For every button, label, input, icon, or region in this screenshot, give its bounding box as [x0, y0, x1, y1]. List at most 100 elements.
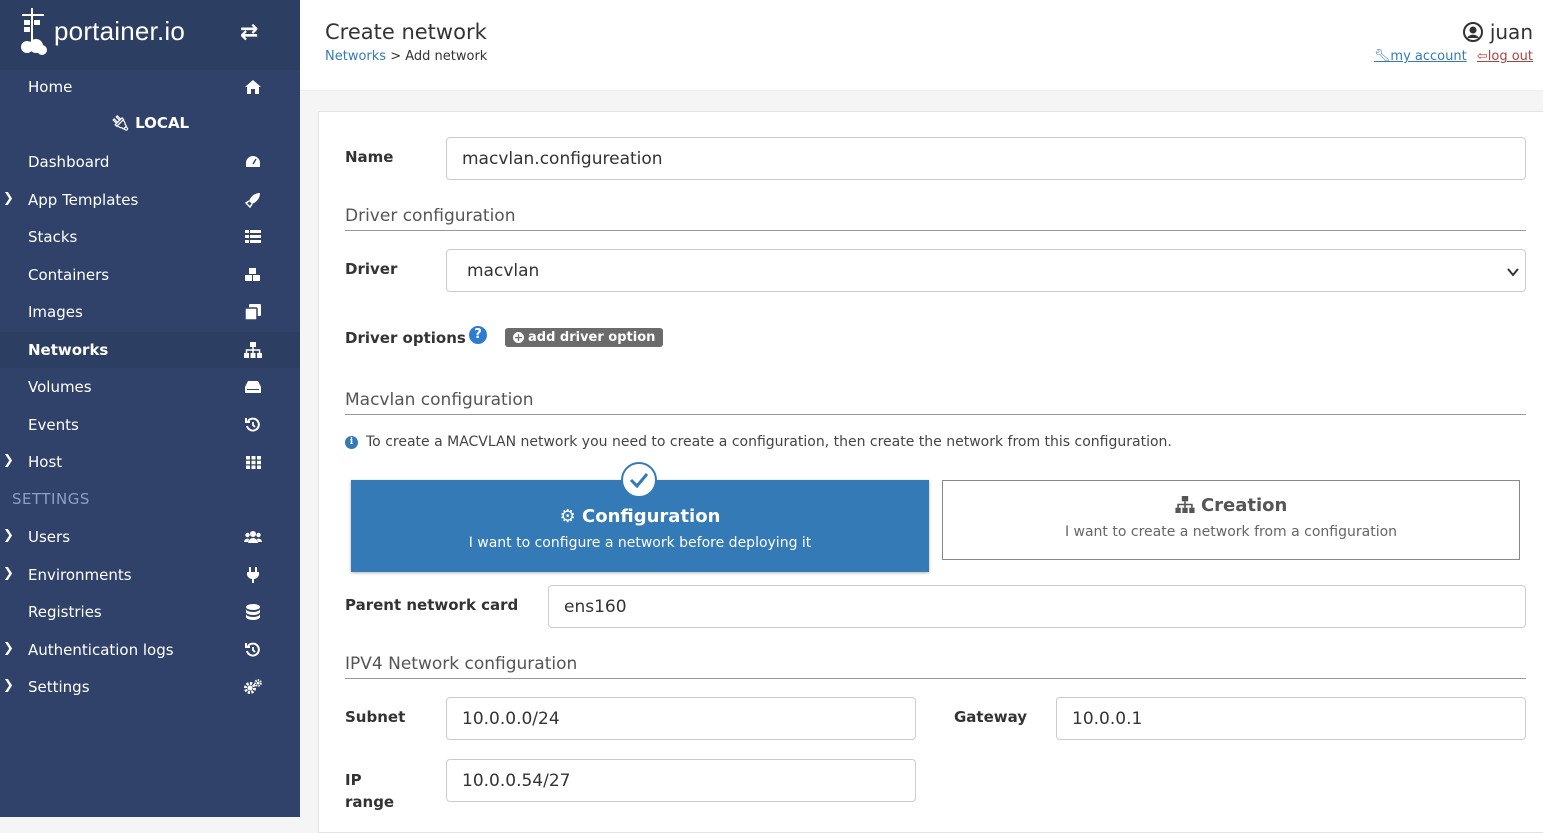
sidebar: portainer.io ⇄ Home 🔌︎ LOCAL Dashboard ❯…: [0, 0, 300, 817]
sidebar-item-stacks[interactable]: Stacks: [0, 219, 300, 255]
subnet-input[interactable]: 10.0.0.0/24: [446, 697, 916, 740]
sidebar-item-home[interactable]: Home: [0, 69, 300, 105]
ipv4-configuration-heading: IPV4 Network configuration: [345, 654, 578, 674]
sidebar-item-label: Environments: [28, 566, 132, 584]
breadcrumb-current: > Add network: [390, 49, 488, 64]
rocket-icon: [244, 191, 262, 209]
sidebar-item-label: Containers: [28, 266, 110, 284]
gateway-input[interactable]: 10.0.0.1: [1056, 697, 1526, 740]
chevron-right-icon: ❯: [3, 191, 14, 206]
configuration-title-text: Configuration: [582, 506, 721, 527]
question-circle-icon[interactable]: ?: [469, 326, 487, 344]
sidebar-item-label: Stacks: [28, 228, 78, 246]
sidebar-item-label: Home: [28, 78, 73, 96]
sidebar-item-authentication-logs[interactable]: ❯ Authentication logs: [0, 632, 300, 668]
cubes-icon: [244, 266, 262, 284]
chevron-right-icon: ❯: [3, 641, 14, 656]
sidebar-item-settings[interactable]: ❯ Settings: [0, 669, 300, 705]
parent-network-card-input[interactable]: ens160: [548, 585, 1526, 628]
username: juan: [1489, 20, 1533, 44]
stacks-icon: [244, 228, 262, 246]
sidebar-item-events[interactable]: Events: [0, 407, 300, 443]
home-icon: [244, 78, 262, 96]
subnet-label: Subnet: [345, 708, 406, 726]
sidebar-item-volumes[interactable]: Volumes: [0, 369, 300, 405]
grid-icon: [244, 453, 262, 471]
sidebar-item-label: Registries: [28, 603, 102, 621]
chevron-right-icon: ❯: [3, 678, 14, 693]
breadcrumb: Networks > Add network: [325, 49, 487, 64]
sidebar-toggle-icon[interactable]: ⇄: [240, 20, 258, 45]
section-divider: [345, 414, 1526, 415]
brand-text: portainer.io: [54, 15, 186, 46]
creation-title: Creation: [943, 495, 1519, 516]
sidebar-item-dashboard[interactable]: Dashboard: [0, 144, 300, 180]
sidebar-item-networks[interactable]: Networks: [0, 332, 300, 368]
portainer-crane-icon: [21, 8, 47, 55]
settings-section-header: SETTINGS: [12, 490, 90, 508]
sidebar-item-containers[interactable]: Containers: [0, 257, 300, 293]
user-circle-icon: [1463, 22, 1484, 42]
images-icon: [244, 303, 262, 321]
creation-title-text: Creation: [1200, 495, 1288, 516]
section-divider: [345, 230, 1526, 231]
plug-icon: 🔌︎: [110, 114, 130, 132]
wrench-icon: 🔧︎: [1373, 49, 1391, 64]
environment-name: LOCAL: [135, 114, 190, 132]
parent-network-card-label: Parent network card: [345, 596, 519, 614]
cogs-icon: [244, 678, 262, 696]
info-circle-icon: i: [345, 435, 358, 449]
cog-icon: ⚙: [559, 506, 576, 527]
configuration-description: I want to configure a network before dep…: [468, 535, 812, 551]
sidebar-item-registries[interactable]: Registries: [0, 594, 300, 630]
sidebar-item-users[interactable]: ❯ Users: [0, 519, 300, 555]
check-icon: [621, 462, 657, 498]
breadcrumb-networks-link[interactable]: Networks: [325, 49, 386, 64]
sidebar-item-label: Settings: [28, 678, 90, 696]
sitemap-icon: [244, 341, 262, 359]
environment-label: 🔌︎ LOCAL: [0, 114, 300, 132]
add-driver-option-label: add driver option: [528, 330, 656, 345]
sidebar-item-label: Dashboard: [28, 153, 110, 171]
page-title: Create network: [325, 20, 487, 44]
ip-range-label: IP range: [345, 771, 395, 811]
configuration-title: ⚙ Configuration: [351, 506, 929, 527]
creation-description: I want to create a network from a config…: [1064, 524, 1398, 540]
sidebar-item-images[interactable]: Images: [0, 294, 300, 330]
driver-label: Driver: [345, 260, 398, 278]
chevron-right-icon: ❯: [3, 528, 14, 543]
chevron-right-icon: ❯: [3, 566, 14, 581]
plug-icon: [244, 566, 262, 584]
my-account-label: my account: [1390, 49, 1467, 64]
create-network-form: Name macvlan.configureation Driver confi…: [318, 111, 1543, 833]
user-links: 🔧︎my account ⇦log out: [1374, 49, 1533, 64]
macvlan-info: i To create a MACVLAN network you need t…: [345, 434, 1172, 450]
sidebar-item-label: Volumes: [28, 378, 92, 396]
sidebar-item-label: Events: [28, 416, 79, 434]
chevron-down-icon: [1507, 262, 1519, 282]
name-label: Name: [345, 148, 394, 166]
gateway-label: Gateway: [954, 708, 1028, 726]
sidebar-item-host[interactable]: ❯ Host: [0, 444, 300, 480]
page-header: Create network Networks > Add network ju…: [300, 0, 1543, 91]
my-account-link[interactable]: 🔧︎my account: [1374, 49, 1467, 64]
dashboard-icon: [244, 153, 262, 171]
brand-header: portainer.io ⇄: [0, 0, 300, 70]
sidebar-item-label: Images: [28, 303, 83, 321]
sign-out-icon: ⇦: [1476, 49, 1488, 64]
log-out-link[interactable]: ⇦log out: [1477, 49, 1533, 64]
section-divider: [345, 678, 1526, 679]
sidebar-item-environments[interactable]: ❯ Environments: [0, 557, 300, 593]
driver-configuration-heading: Driver configuration: [345, 206, 516, 226]
ip-range-input[interactable]: 10.0.0.54/27: [446, 759, 916, 802]
portainer-logo[interactable]: portainer.io: [18, 6, 185, 56]
name-input[interactable]: macvlan.configureation: [446, 137, 1526, 180]
driver-select-value: macvlan: [467, 260, 540, 281]
sidebar-item-label: Host: [28, 453, 63, 471]
creation-option[interactable]: Creation I want to create a network from…: [942, 480, 1520, 560]
sidebar-item-app-templates[interactable]: ❯ App Templates: [0, 182, 300, 218]
driver-select[interactable]: macvlan: [446, 249, 1526, 292]
sidebar-item-label: Authentication logs: [28, 641, 174, 659]
add-driver-option-button[interactable]: + add driver option: [505, 328, 664, 347]
hdd-icon: [244, 378, 262, 396]
